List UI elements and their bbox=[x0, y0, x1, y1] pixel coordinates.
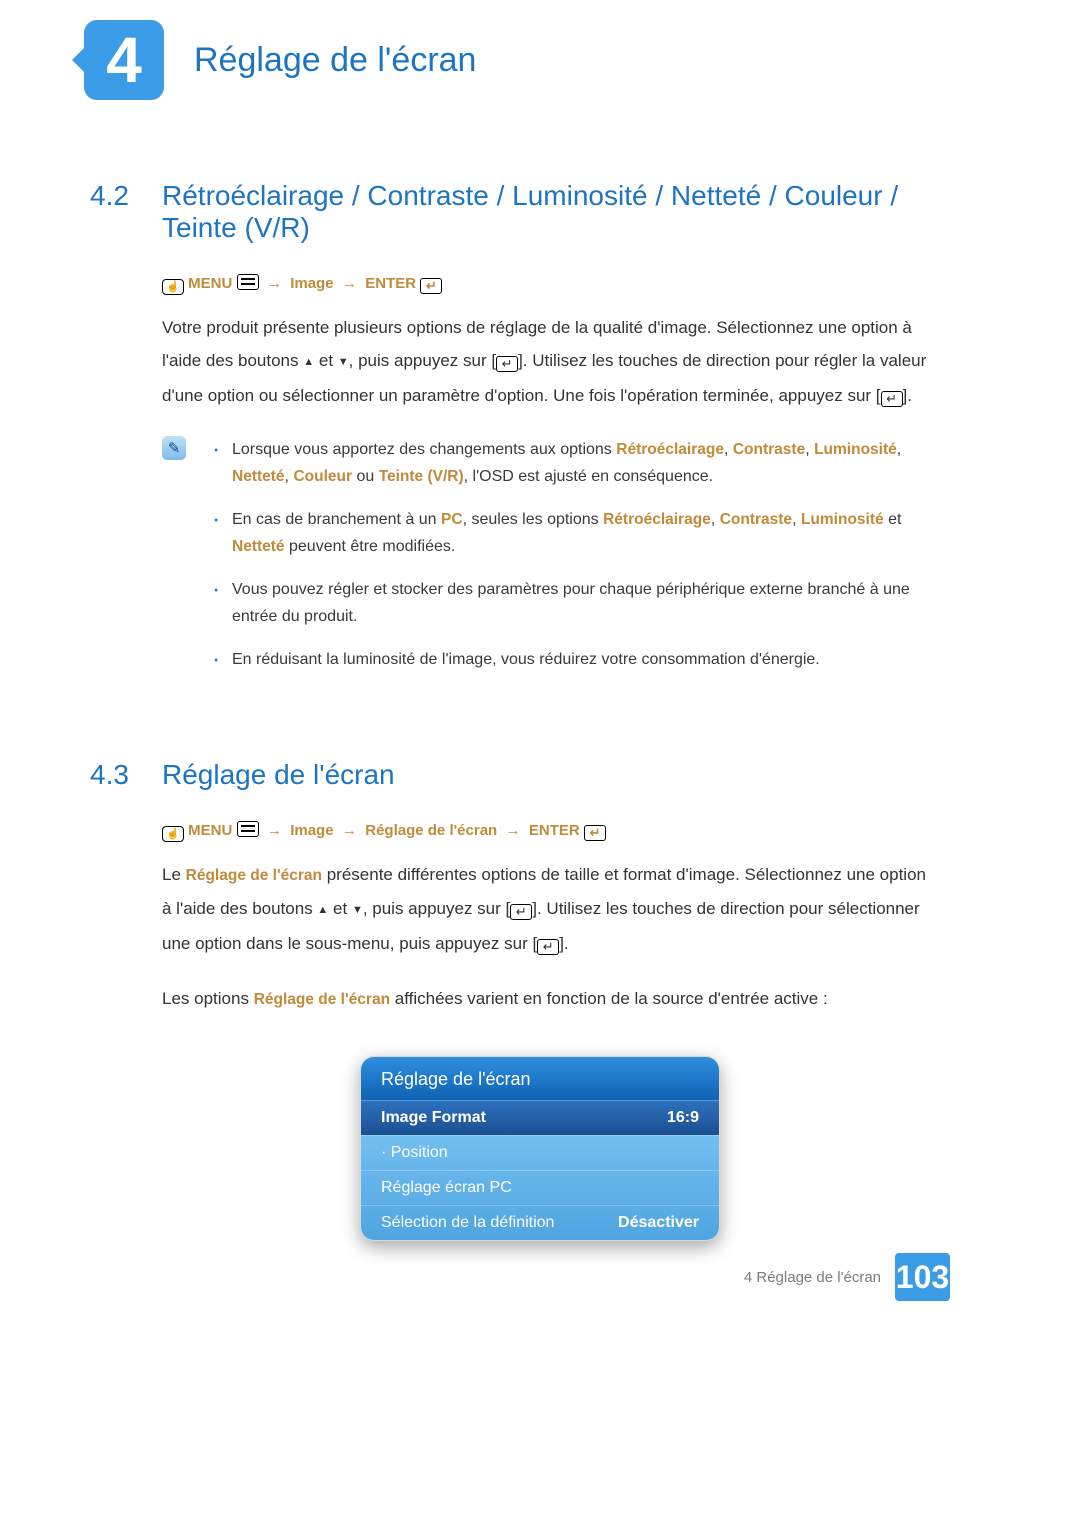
note-42-1: Lorsque vous apportez des changements au… bbox=[204, 436, 930, 490]
text: et bbox=[884, 511, 902, 528]
text: Le bbox=[162, 865, 186, 884]
hand-icon: ☝ bbox=[162, 279, 184, 295]
text: , seules les options bbox=[463, 511, 604, 528]
text: ou bbox=[352, 468, 379, 485]
text: , bbox=[724, 441, 733, 458]
notes-42: ✎ Lorsque vous apportez des changements … bbox=[0, 436, 1080, 689]
para-42-b: l'aide des boutons ▲ et ▼, puis appuyez … bbox=[0, 344, 1080, 379]
hl: Contraste bbox=[733, 441, 805, 458]
osd-row[interactable]: Image Format 16:9 bbox=[361, 1101, 719, 1135]
hl: Réglage de l'écran bbox=[254, 991, 390, 1008]
osd-row-label: Sélection de la définition bbox=[381, 1214, 554, 1232]
menu-icon bbox=[237, 274, 259, 290]
osd-row[interactable]: Sélection de la définition Désactiver bbox=[361, 1205, 719, 1240]
enter-icon bbox=[537, 939, 559, 955]
chapter-header: 4 Réglage de l'écran bbox=[84, 20, 1080, 100]
path-image: Image bbox=[290, 822, 333, 839]
text: à l'aide des boutons bbox=[162, 899, 317, 918]
chapter-title: Réglage de l'écran bbox=[194, 41, 476, 80]
section-title: Rétroéclairage / Contraste / Luminosité … bbox=[162, 180, 922, 244]
hl: Contraste bbox=[720, 511, 792, 528]
osd-title: Réglage de l'écran bbox=[361, 1057, 719, 1101]
hl: Couleur bbox=[293, 468, 352, 485]
text: ]. bbox=[559, 934, 568, 953]
text: Lorsque vous apportez des changements au… bbox=[232, 441, 616, 458]
text: , l'OSD est ajusté en conséquence. bbox=[464, 468, 713, 485]
footer-label: 4 Réglage de l'écran bbox=[744, 1269, 881, 1286]
note-42-3: Vous pouvez régler et stocker des paramè… bbox=[204, 576, 930, 630]
hl: Réglage de l'écran bbox=[186, 867, 322, 884]
down-triangle-icon: ▼ bbox=[352, 904, 363, 916]
up-triangle-icon: ▲ bbox=[303, 356, 314, 368]
text: présente différentes options de taille e… bbox=[322, 865, 926, 884]
down-triangle-icon: ▼ bbox=[338, 356, 349, 368]
menu-path-42: ☝ MENU → Image → ENTER bbox=[0, 274, 1080, 295]
para-43-a: Le Réglage de l'écran présente différent… bbox=[0, 858, 1080, 892]
page-footer: 4 Réglage de l'écran 103 bbox=[744, 1253, 950, 1301]
text: , puis appuyez sur [ bbox=[349, 351, 496, 370]
text: d'une option ou sélectionner un paramètr… bbox=[162, 386, 881, 405]
text: et bbox=[314, 351, 338, 370]
para-43-b: à l'aide des boutons ▲ et ▼, puis appuye… bbox=[0, 892, 1080, 927]
page-number: 103 bbox=[895, 1253, 950, 1301]
hl: Rétroéclairage bbox=[603, 511, 711, 528]
osd-row-value: Désactiver bbox=[618, 1214, 699, 1232]
para-43-c: une option dans le sous-menu, puis appuy… bbox=[0, 927, 1080, 960]
enter-icon bbox=[420, 278, 442, 294]
text: une option dans le sous-menu, puis appuy… bbox=[162, 934, 537, 953]
path-menu: MENU bbox=[188, 275, 232, 292]
hl: Luminosité bbox=[814, 441, 897, 458]
menu-path-43: ☝ MENU → Image → Réglage de l'écran → EN… bbox=[0, 821, 1080, 842]
osd-row-value: 16:9 bbox=[667, 1109, 699, 1127]
text: ]. Utilisez les touches de direction pou… bbox=[532, 899, 919, 918]
osd-row[interactable]: Réglage écran PC bbox=[361, 1170, 719, 1205]
section-number: 4.2 bbox=[90, 180, 162, 244]
note-42-4: En réduisant la luminosité de l'image, v… bbox=[204, 646, 930, 673]
enter-icon bbox=[881, 391, 903, 407]
osd-row-label: Image Format bbox=[381, 1109, 486, 1127]
path-enter: ENTER bbox=[365, 275, 416, 292]
hl: Teinte (V/R) bbox=[379, 468, 464, 485]
para-42-a: Votre produit présente plusieurs options… bbox=[0, 311, 1080, 344]
osd-menu: Réglage de l'écran Image Format 16:9 · Pos… bbox=[360, 1056, 720, 1241]
hl: Luminosité bbox=[801, 511, 884, 528]
note-42-2: En cas de branchement à un PC, seules le… bbox=[204, 506, 930, 560]
text: En cas de branchement à un bbox=[232, 511, 441, 528]
hl: Rétroéclairage bbox=[616, 441, 724, 458]
text: Les options bbox=[162, 989, 254, 1008]
text: peuvent être modifiées. bbox=[285, 538, 456, 555]
osd-body: Image Format 16:9 · Position Réglage écran … bbox=[361, 1101, 719, 1240]
menu-icon bbox=[237, 821, 259, 837]
section-number: 4.3 bbox=[90, 759, 162, 791]
path-image: Image bbox=[290, 275, 333, 292]
pencil-icon: ✎ bbox=[162, 436, 186, 460]
path-enter: ENTER bbox=[529, 822, 580, 839]
osd-row-label: · Position bbox=[381, 1144, 448, 1162]
enter-icon bbox=[496, 356, 518, 372]
text: ]. bbox=[903, 386, 912, 405]
section-4-2-heading: 4.2 Rétroéclairage / Contraste / Luminos… bbox=[0, 180, 1080, 244]
osd-row-label: Réglage écran PC bbox=[381, 1179, 512, 1197]
hl: PC bbox=[441, 511, 463, 528]
text: , bbox=[805, 441, 814, 458]
text: et bbox=[328, 899, 352, 918]
hl: Netteté bbox=[232, 468, 285, 485]
up-triangle-icon: ▲ bbox=[317, 904, 328, 916]
text: , puis appuyez sur [ bbox=[363, 899, 510, 918]
para-43-d: Les options Réglage de l'écran affichées… bbox=[0, 982, 1080, 1016]
section-4-3-heading: 4.3 Réglage de l'écran bbox=[0, 759, 1080, 791]
path-menu: MENU bbox=[188, 822, 232, 839]
enter-icon bbox=[510, 904, 532, 920]
enter-icon bbox=[584, 825, 606, 841]
text: ]. Utilisez les touches de direction pou… bbox=[518, 351, 926, 370]
osd-row[interactable]: · Position bbox=[361, 1135, 719, 1170]
path-reglage: Réglage de l'écran bbox=[365, 822, 497, 839]
section-title: Réglage de l'écran bbox=[162, 759, 922, 791]
chapter-number-badge: 4 bbox=[84, 20, 164, 100]
text: l'aide des boutons bbox=[162, 351, 303, 370]
hl: Netteté bbox=[232, 538, 285, 555]
para-42-c: d'une option ou sélectionner un paramètr… bbox=[0, 379, 1080, 412]
text: affichées varient en fonction de la sour… bbox=[390, 989, 828, 1008]
hand-icon: ☝ bbox=[162, 826, 184, 842]
